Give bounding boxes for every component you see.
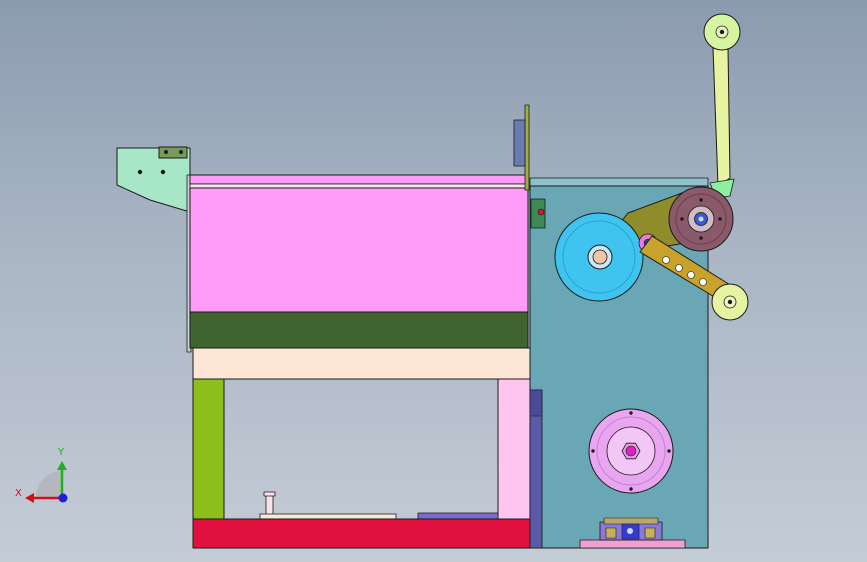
base-rail <box>259 513 397 520</box>
hopper-hole-icon <box>160 169 166 175</box>
upper-pulley-axle-icon <box>698 216 704 222</box>
top-tray <box>189 174 529 313</box>
base-fixtures <box>259 491 499 520</box>
tray-top-strip <box>189 174 529 185</box>
main-pulley-core <box>592 249 608 265</box>
lower-roller-axle-icon <box>727 299 733 305</box>
tray-body <box>189 187 529 313</box>
link-hole-icon <box>662 256 670 264</box>
triad-plane-icon <box>36 471 62 497</box>
coordinate-triad[interactable]: Y X <box>15 447 68 503</box>
motor-side-bolt <box>605 527 617 539</box>
motor-coupling-axle-icon <box>627 528 633 534</box>
upper-pulley <box>668 186 734 252</box>
side-panel-top-strip <box>529 177 709 187</box>
hopper-bolt-icon <box>179 150 183 154</box>
left-hopper-bracket <box>116 146 191 213</box>
motor-side-bolt <box>644 527 656 539</box>
lower-flange-bolt-icon <box>629 411 633 415</box>
plate-bracket <box>513 119 526 167</box>
tension-arm <box>703 13 741 199</box>
conveyor-band <box>189 311 529 349</box>
hopper-hole-icon <box>137 169 143 175</box>
lower-roller <box>711 283 749 321</box>
link-hole-icon <box>687 271 695 279</box>
upper-pulley-bolt-icon <box>718 217 722 221</box>
upper-pulley-bolt-icon <box>699 198 703 202</box>
pin-cap <box>263 491 276 497</box>
lower-flange-bolt-icon <box>629 487 633 491</box>
lower-flange <box>588 408 674 494</box>
lower-flange-bolt-icon <box>667 449 671 453</box>
lower-flange-bolt-icon <box>591 449 595 453</box>
pin-post <box>265 493 274 517</box>
tension-arm-bar <box>712 47 731 187</box>
main-pulley <box>554 212 644 302</box>
upper-pulley-bolt-icon <box>699 236 703 240</box>
upper-pulley-bolt-icon <box>680 217 684 221</box>
top-idler-axle-icon <box>719 29 725 35</box>
cad-viewport[interactable]: Y X <box>0 0 867 562</box>
link-hole-icon <box>675 264 683 272</box>
machine-drawing: Y X <box>15 13 749 549</box>
sensor-light-icon <box>537 208 545 216</box>
base-block <box>192 518 531 549</box>
base-plate-purple <box>417 512 499 520</box>
tray-rim <box>189 183 529 189</box>
left-leg <box>192 378 225 520</box>
link-hole-icon <box>699 278 707 286</box>
y-axis-head-icon <box>57 461 67 470</box>
cross-beam <box>192 347 531 380</box>
hopper-bolt-icon <box>164 150 168 154</box>
right-leg <box>497 378 531 520</box>
side-panel-inner-strip <box>529 389 543 417</box>
z-axis-dot-icon <box>58 493 68 503</box>
x-axis-head-icon <box>25 493 34 503</box>
x-axis-label: X <box>15 488 22 499</box>
motor-block-top <box>603 517 659 525</box>
sensor <box>530 198 546 229</box>
y-axis-label: Y <box>57 447 65 458</box>
lower-flange-core <box>625 445 637 457</box>
motor-base-plate <box>579 539 686 549</box>
vertical-plate <box>524 104 530 191</box>
